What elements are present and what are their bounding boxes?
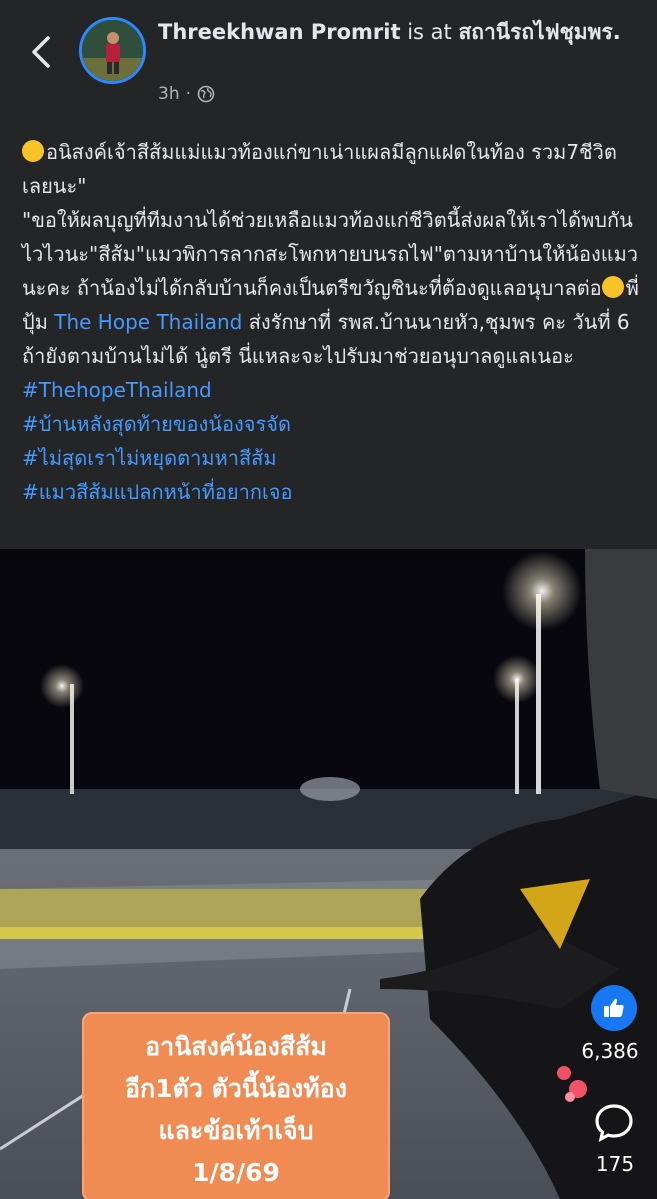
like-button[interactable] (591, 985, 637, 1031)
post-line: อนิสงค์เจ้าสีส้มแม่แมวท้องแก่ขาเน่าแผลมี… (22, 140, 617, 198)
is-at-text: is at (407, 20, 452, 44)
hashtag-link[interactable]: #ไม่สุดเราไม่หยุดตามหาสีส้ม (22, 441, 647, 475)
post-text: อนิสงค์เจ้าสีส้มแม่แมวท้องแก่ขาเน่าแผลมี… (22, 135, 647, 509)
overlay-line: อีก1ตัว ตัวนี้น้องท้อง (125, 1074, 347, 1103)
dot-separator: · (185, 84, 191, 104)
heart-eyes-cat-emoji-icon (22, 140, 44, 162)
rofl-emoji-icon (601, 276, 624, 298)
hashtag-link[interactable]: #แมวสีส้มแปลกหน้าที่อยากเจอ (22, 475, 647, 509)
author-name[interactable]: Threekhwan Promrit (158, 20, 401, 44)
hashtag-link[interactable]: #บ้านหลังสุดท้ายของน้องจรจัด (22, 407, 647, 441)
post-header: Threekhwan Promrit is at สถานีรถไฟชุมพร.… (0, 0, 657, 118)
avatar[interactable] (79, 17, 146, 84)
video-player[interactable]: อานิสงค์น้องสีส้ม อีก1ตัว ตัวนี้น้องท้อง… (0, 549, 657, 1199)
post-time[interactable]: 3h (158, 84, 180, 104)
avatar-photo (82, 20, 143, 81)
post-line: "ขอให้ผลบุญที่ทีมงานได้ช่วยเหลือแมวท้องแ… (22, 208, 639, 300)
overlay-line: 1/8/69 (192, 1158, 280, 1187)
video-caption-overlay: อานิสงค์น้องสีส้ม อีก1ตัว ตัวนี้น้องท้อง… (82, 1012, 390, 1199)
like-count: 6,386 (581, 1039, 639, 1063)
page-mention-link[interactable]: The Hope Thailand (54, 310, 242, 334)
thumbs-up-icon (604, 998, 624, 1017)
comment-count: 175 (595, 1152, 635, 1176)
post-meta: 3h · (158, 82, 215, 106)
comment-icon[interactable] (592, 1101, 636, 1145)
post-paragraph: อนิสงค์เจ้าสีส้มแม่แมวท้องแก่ขาเน่าแผลมี… (22, 135, 647, 203)
hashtag-link[interactable]: #ThehopeThailand (22, 373, 647, 407)
overlay-line: และข้อเท้าเจ็บ (158, 1116, 314, 1145)
post-paragraph: "ขอให้ผลบุญที่ทีมงานได้ช่วยเหลือแมวท้องแ… (22, 203, 647, 373)
back-arrow-icon[interactable] (22, 30, 62, 74)
location-name[interactable]: สถานีรถไฟชุมพร. (458, 20, 620, 44)
author-line: Threekhwan Promrit is at สถานีรถไฟชุมพร. (158, 16, 628, 48)
overlay-line: อานิสงค์น้องสีส้ม (145, 1032, 327, 1061)
globe-icon (197, 85, 215, 103)
